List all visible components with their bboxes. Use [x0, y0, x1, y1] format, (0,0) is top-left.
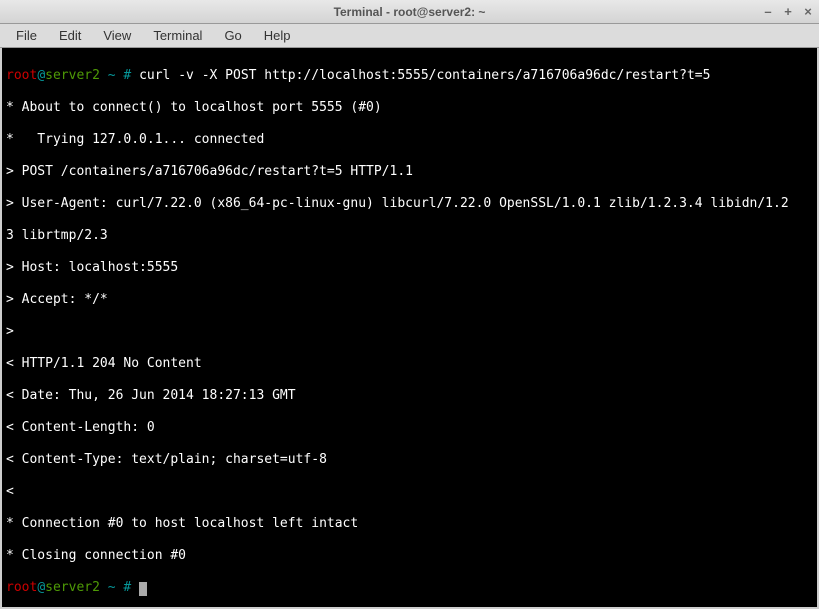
output-line: >	[6, 324, 813, 340]
output-line: 3 librtmp/2.3	[6, 228, 813, 244]
window-controls: – + ×	[761, 5, 815, 19]
output-line: > Host: localhost:5555	[6, 260, 813, 276]
output-line: * About to connect() to localhost port 5…	[6, 100, 813, 116]
menu-view[interactable]: View	[93, 26, 141, 45]
prompt-host: server2	[45, 580, 100, 595]
prompt-line: root@server2 ~ # curl -v -X POST http://…	[6, 68, 813, 84]
prompt-host: server2	[45, 68, 100, 83]
window-title: Terminal - root@server2: ~	[0, 5, 819, 19]
menu-terminal[interactable]: Terminal	[143, 26, 212, 45]
output-line: > POST /containers/a716706a96dc/restart?…	[6, 164, 813, 180]
close-button[interactable]: ×	[801, 5, 815, 19]
prompt-at: @	[37, 68, 45, 83]
menu-edit[interactable]: Edit	[49, 26, 91, 45]
prompt-user: root	[6, 68, 37, 83]
title-bar[interactable]: Terminal - root@server2: ~ – + ×	[0, 0, 819, 24]
output-line: <	[6, 484, 813, 500]
output-line: < Content-Length: 0	[6, 420, 813, 436]
menu-file[interactable]: File	[6, 26, 47, 45]
menu-go[interactable]: Go	[214, 26, 251, 45]
output-line: < HTTP/1.1 204 No Content	[6, 356, 813, 372]
prompt-at: @	[37, 580, 45, 595]
menu-help[interactable]: Help	[254, 26, 301, 45]
terminal-output[interactable]: root@server2 ~ # curl -v -X POST http://…	[2, 48, 817, 607]
terminal-window: Terminal - root@server2: ~ – + × File Ed…	[0, 0, 819, 609]
prompt-path: ~ #	[100, 580, 139, 595]
prompt-line: root@server2 ~ #	[6, 580, 813, 596]
output-line: > User-Agent: curl/7.22.0 (x86_64-pc-lin…	[6, 196, 813, 212]
output-line: * Connection #0 to host localhost left i…	[6, 516, 813, 532]
prompt-path: ~ #	[100, 68, 131, 83]
command-text: curl -v -X POST http://localhost:5555/co…	[131, 68, 710, 83]
maximize-button[interactable]: +	[781, 5, 795, 19]
output-line: < Content-Type: text/plain; charset=utf-…	[6, 452, 813, 468]
minimize-button[interactable]: –	[761, 5, 775, 19]
output-line: > Accept: */*	[6, 292, 813, 308]
cursor-icon	[139, 582, 147, 596]
output-line: < Date: Thu, 26 Jun 2014 18:27:13 GMT	[6, 388, 813, 404]
output-line: * Trying 127.0.0.1... connected	[6, 132, 813, 148]
menu-bar: File Edit View Terminal Go Help	[0, 24, 819, 48]
prompt-user: root	[6, 580, 37, 595]
output-line: * Closing connection #0	[6, 548, 813, 564]
